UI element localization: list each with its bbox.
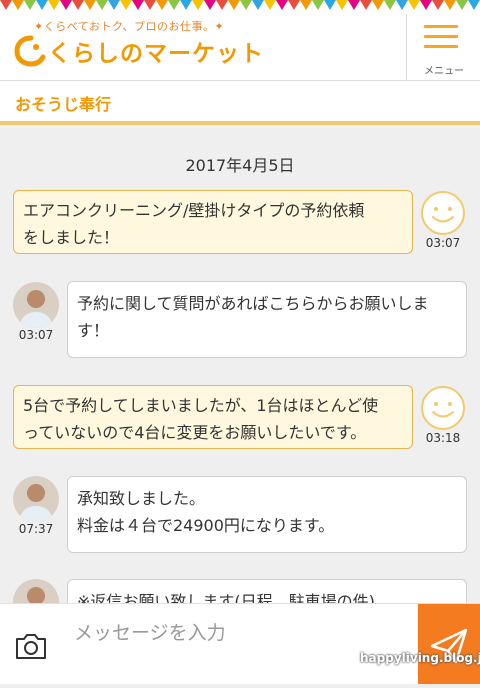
pennant-flag: [12, 0, 24, 10]
pennant-flag: [336, 0, 348, 10]
pennant-flag: [372, 0, 384, 10]
pennant-flag: [432, 0, 444, 10]
pennant-flag: [240, 0, 252, 10]
pennant-flag: [288, 0, 300, 10]
pennant-flag: [72, 0, 84, 10]
pennant-flag: [24, 0, 36, 10]
tagline: ✦くらべておトク、プロのお仕事。✦: [34, 20, 225, 33]
pennant-flag: [144, 0, 156, 10]
provider-message-bubble: 承知致しました。 料金は４台で24900円になります。: [67, 476, 467, 553]
send-button[interactable]: [418, 604, 480, 684]
pennant-flag: [360, 0, 372, 10]
message-time: 03:18: [425, 431, 461, 445]
pennant-flag: [276, 0, 288, 10]
pennant-flag: [348, 0, 360, 10]
message-line: っていないので4台に変更をお願いしたいです。: [23, 423, 367, 442]
smiley-avatar-icon: [421, 386, 465, 430]
logo-icon[interactable]: [14, 34, 48, 68]
hamburger-icon: [424, 25, 458, 28]
pennant-flag: [36, 0, 48, 10]
menu-label: メニュー: [424, 66, 464, 77]
pennant-flag: [312, 0, 324, 10]
logo-text[interactable]: くらしのマーケット: [48, 34, 264, 68]
pennant-flag: [192, 0, 204, 10]
pennant-flag: [228, 0, 240, 10]
pennant-banner: [0, 0, 480, 14]
message-line: 予約に関して質問があればこちらからお願いしま: [77, 294, 429, 313]
pennant-flag: [252, 0, 264, 10]
message-line: す！: [77, 321, 110, 340]
message-line: 5台で予約してしまいましたが、1台はほとんど使: [23, 396, 379, 415]
send-icon: [430, 628, 468, 664]
pennant-flag: [0, 0, 12, 10]
message-time: 03:07: [18, 328, 54, 342]
pennant-flag: [300, 0, 312, 10]
message-line: エアコンクリーニング/壁掛けタイプの予約依頼: [23, 201, 365, 220]
pennant-flag: [60, 0, 72, 10]
pennant-flag: [120, 0, 132, 10]
pennant-flag: [384, 0, 396, 10]
pennant-flag: [408, 0, 420, 10]
hamburger-icon: [424, 35, 458, 38]
app-header: ✦くらべておトク、プロのお仕事。✦ くらしのマーケット メニュー: [0, 0, 480, 81]
message-line: 料金は４台で24900円になります。: [77, 516, 335, 535]
chat-date: 2017年4月5日: [185, 156, 295, 175]
pennant-flag: [108, 0, 120, 10]
menu-button[interactable]: メニュー: [406, 14, 480, 80]
provider-message-bubble: 予約に関して質問があればこちらからお願いしま す！: [67, 281, 467, 358]
smiley-avatar-icon: [421, 191, 465, 235]
message-line: をしました！: [23, 228, 120, 247]
pennant-flag: [180, 0, 192, 10]
shop-name-bar: おそうじ奉行: [0, 81, 480, 125]
hamburger-icon: [424, 45, 458, 48]
message-line: 承知致しました。: [77, 489, 206, 508]
pennant-flag: [324, 0, 336, 10]
my-message-bubble: 5台で予約してしまいましたが、1台はほとんど使 っていないので4台に変更をお願い…: [13, 385, 413, 449]
provider-avatar[interactable]: [13, 282, 59, 328]
message-time: 07:37: [18, 522, 54, 536]
shop-name[interactable]: おそうじ奉行: [15, 91, 111, 115]
pennant-flag: [48, 0, 60, 10]
pennant-flag: [132, 0, 144, 10]
provider-avatar[interactable]: [13, 476, 59, 522]
message-input[interactable]: [72, 614, 406, 652]
pennant-flag: [468, 0, 480, 10]
pennant-flag: [96, 0, 108, 10]
pennant-flag: [444, 0, 456, 10]
pennant-flag: [396, 0, 408, 10]
message-composer: [0, 603, 480, 684]
pennant-flag: [168, 0, 180, 10]
my-message-bubble: エアコンクリーニング/壁掛けタイプの予約依頼 をしました！: [13, 190, 413, 254]
camera-icon[interactable]: [14, 631, 48, 661]
pennant-flag: [204, 0, 216, 10]
pennant-flag: [420, 0, 432, 10]
watermark: happyliving.blog.jp: [360, 651, 480, 665]
pennant-flag: [456, 0, 468, 10]
pennant-flag: [216, 0, 228, 10]
message-time: 03:07: [425, 236, 461, 250]
pennant-flag: [264, 0, 276, 10]
pennant-flag: [156, 0, 168, 10]
pennant-flag: [84, 0, 96, 10]
